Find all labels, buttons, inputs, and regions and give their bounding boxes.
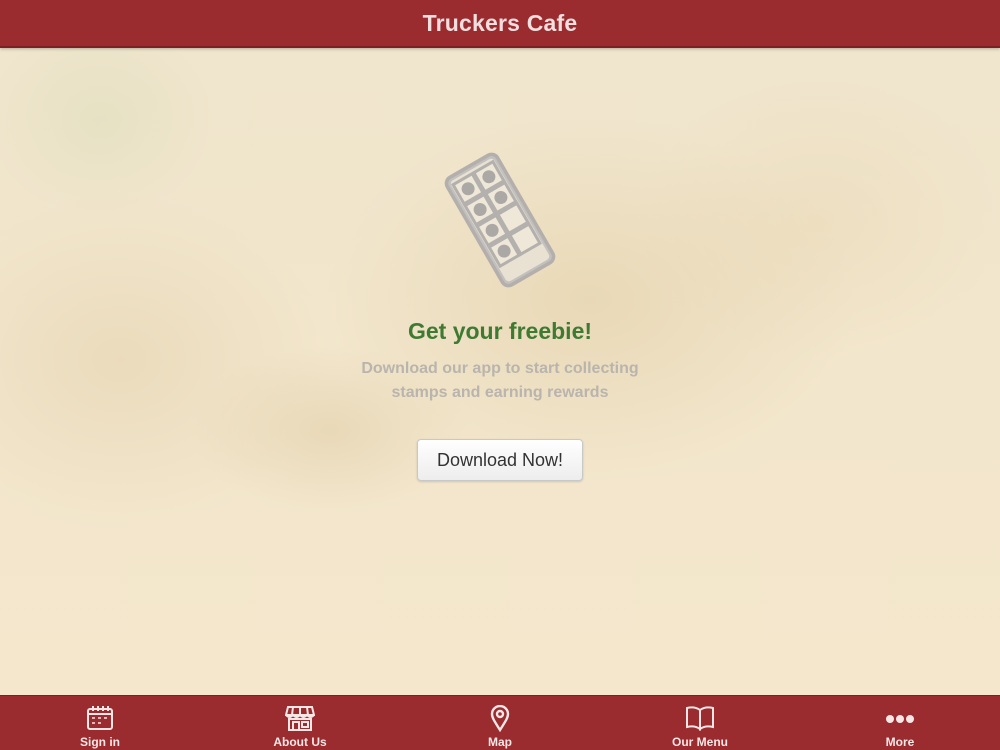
more-dots-icon: [885, 704, 915, 732]
download-now-button[interactable]: Download Now!: [416, 439, 584, 481]
tab-label: More: [885, 735, 915, 749]
calendar-icon: [85, 704, 115, 732]
tab-more[interactable]: More: [800, 696, 1000, 750]
header-bar: Truckers Cafe: [0, 0, 1000, 48]
tab-our-menu[interactable]: Our Menu: [600, 696, 800, 750]
stamp-card-icon: [444, 152, 556, 288]
promo-headline: Get your freebie!: [407, 318, 593, 344]
tab-about-us[interactable]: About Us: [200, 696, 400, 750]
app-screen: Truckers Cafe Get your freebie! Download…: [0, 0, 1000, 750]
tab-map[interactable]: Map: [400, 696, 600, 750]
tab-label: About Us: [273, 735, 327, 749]
tab-label: Our Menu: [672, 735, 728, 749]
tab-label: Map: [488, 735, 512, 749]
bottom-tab-bar: Sign in About Us Map Our Menu More: [0, 695, 1000, 750]
tab-label: Sign in: [80, 735, 120, 749]
storefront-icon: [285, 704, 315, 732]
promo-description: Download our app to start collecting sta…: [361, 360, 639, 401]
open-book-icon: [685, 704, 715, 732]
tab-sign-in[interactable]: Sign in: [0, 696, 200, 750]
page-title: Truckers Cafe: [422, 9, 578, 36]
map-pin-icon: [485, 704, 515, 732]
loyalty-promo: Get your freebie! Download our app to st…: [0, 150, 1000, 481]
